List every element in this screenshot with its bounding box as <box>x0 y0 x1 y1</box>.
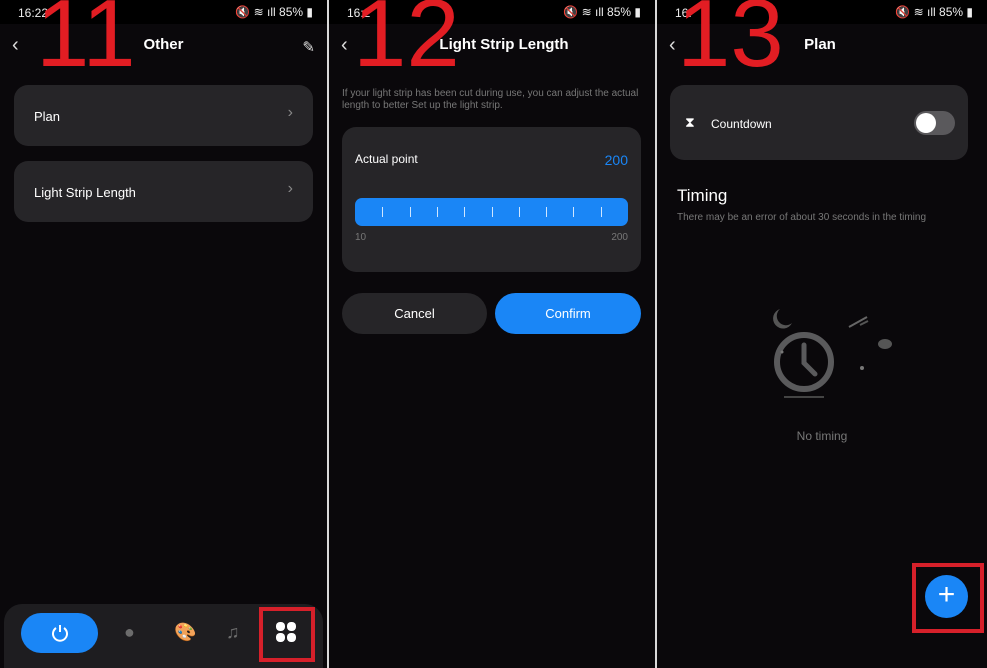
battery-level: 85% <box>279 5 304 19</box>
section-note: There may be an error of about 30 second… <box>677 212 927 223</box>
list-item-plan[interactable]: Plan › <box>14 85 313 146</box>
hourglass-icon: ⧗ <box>685 114 695 130</box>
list-item-label: Light Strip Length <box>34 185 136 200</box>
cancel-button[interactable]: Cancel <box>342 293 487 334</box>
power-icon <box>51 625 68 642</box>
annotation-step-12: 12 <box>353 0 460 87</box>
slider-card: Actual point 200 10 200 <box>342 127 641 272</box>
slider-tick <box>546 207 548 217</box>
music-icon[interactable]: ♫ <box>226 622 240 643</box>
empty-clock-illustration <box>773 309 892 398</box>
highlight-box <box>912 563 984 633</box>
countdown-card: ⧗ Countdown <box>670 85 968 160</box>
palette-icon[interactable]: 🎨 <box>174 622 196 643</box>
annotation-step-13: 13 <box>677 0 784 87</box>
power-button[interactable] <box>21 613 98 653</box>
slider-tick <box>382 207 384 217</box>
slider-value: 200 <box>604 152 628 168</box>
empty-state-text: No timing <box>796 429 848 443</box>
screen-other: 16:22 🔇 ≋ ıll 85% ▮ 11 ‹ Other ✎ Plan › … <box>0 0 327 668</box>
screen-plan: 16: 🔇 ≋ ıll 85% ▮ 13 ‹ Plan ⧗ Countdown … <box>657 0 987 668</box>
slider-tick <box>600 207 602 217</box>
section-title: Timing <box>677 186 728 205</box>
slider-min: 10 <box>355 232 367 243</box>
countdown-label: Countdown <box>711 117 772 131</box>
confirm-button[interactable]: Confirm <box>495 293 641 334</box>
slider-tick <box>491 207 493 217</box>
chevron-right-icon: › <box>287 104 293 121</box>
battery-level: 85% <box>939 5 964 19</box>
list-item-light-strip-length[interactable]: Light Strip Length › <box>14 161 313 222</box>
status-icons: 🔇 ≋ ıll 85% ▮ <box>563 5 641 19</box>
screen-light-strip-length: 16:2 🔇 ≋ ıll 85% ▮ 12 ‹ Light Strip Leng… <box>329 0 655 668</box>
slider-tick <box>409 207 411 217</box>
edit-icon[interactable]: ✎ <box>302 38 315 56</box>
status-icons: 🔇 ≋ ıll 85% ▮ <box>235 5 313 19</box>
status-icons: 🔇 ≋ ıll 85% ▮ <box>895 5 973 19</box>
slider-label: Actual point <box>355 152 418 166</box>
highlight-box <box>259 607 315 662</box>
length-slider[interactable] <box>355 198 628 226</box>
battery-level: 85% <box>607 5 632 19</box>
bulb-icon[interactable]: ● <box>124 622 135 643</box>
annotation-step-11: 11 <box>36 0 136 87</box>
chevron-right-icon: › <box>287 180 293 197</box>
list-item-label: Plan <box>34 109 61 124</box>
slider-max: 200 <box>611 232 628 243</box>
countdown-toggle[interactable] <box>914 111 955 135</box>
slider-tick <box>573 207 575 217</box>
slider-tick <box>464 207 466 217</box>
slider-tick <box>436 207 438 217</box>
slider-tick <box>518 207 520 217</box>
description-text: If your light strip has been cut during … <box>342 88 639 111</box>
